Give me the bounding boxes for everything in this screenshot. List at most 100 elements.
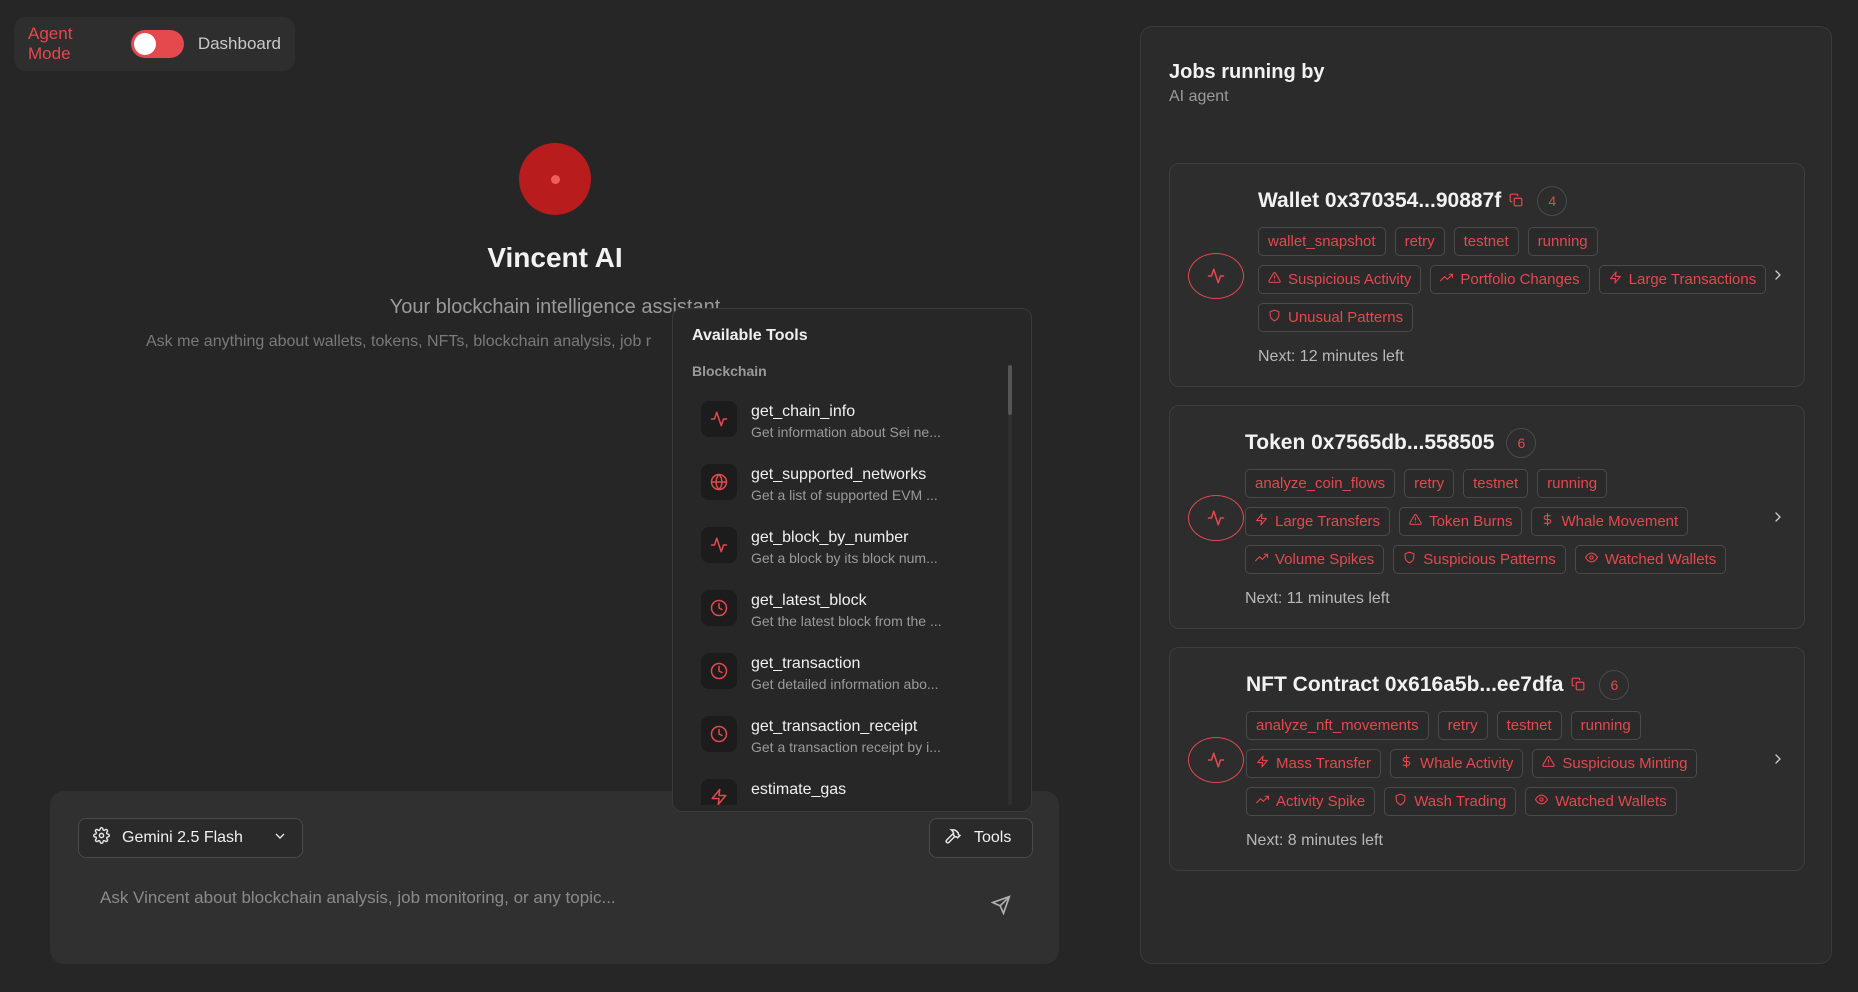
tool-name: get_transaction_receipt	[751, 718, 918, 735]
hammer-icon	[944, 827, 962, 850]
alert-tag-label: Unusual Patterns	[1288, 309, 1404, 326]
alert-triangle-icon	[1409, 513, 1422, 530]
tool-desc: Get a block by its block num...	[751, 550, 938, 566]
tool-name: get_chain_info	[751, 403, 856, 420]
chat-input[interactable]	[100, 883, 970, 913]
tool-item[interactable]: get_transaction_receipt Get a transaction…	[673, 706, 1013, 769]
job-title: Wallet 0x370354...90887f	[1258, 189, 1502, 212]
meta-tag: wallet_snapshot	[1258, 227, 1386, 256]
meta-tag: retry	[1404, 469, 1455, 498]
copy-icon[interactable]	[1571, 677, 1587, 693]
alert-tag: Token Burns	[1399, 507, 1523, 536]
tool-item[interactable]: estimate_gas	[673, 769, 1013, 805]
tool-item[interactable]: get_chain_info Get information about Sei …	[673, 391, 1013, 454]
alert-tag-row: Large Transfers Token Burns Whale Movement	[1245, 507, 1726, 536]
job-title-row: Wallet 0x370354...90887f 4	[1258, 184, 1766, 218]
alert-tag: Volume Spikes	[1245, 545, 1385, 574]
dashboard-label[interactable]: Dashboard	[198, 34, 281, 54]
gear-icon	[93, 827, 110, 849]
alert-tag-row: Volume Spikes Suspicious Patterns Watched …	[1245, 545, 1727, 574]
tool-name: get_latest_block	[751, 592, 867, 609]
chevron-right-icon[interactable]	[1770, 509, 1786, 530]
tools-button[interactable]: Tools	[929, 818, 1033, 858]
send-icon[interactable]	[990, 895, 1013, 917]
vincent-logo	[519, 143, 591, 215]
agent-mode-label[interactable]: Agent Mode	[28, 24, 117, 64]
model-select[interactable]: Gemini 2.5 Flash	[78, 818, 303, 858]
tool-text: get_block_by_number Get a block by its bl…	[751, 527, 938, 566]
tools-scrollbar[interactable]	[1008, 365, 1012, 805]
tool-item[interactable]: get_latest_block Get the latest block fro…	[673, 580, 1013, 643]
jobs-title: Jobs running by	[1169, 61, 1325, 83]
alert-tag-label: Token Burns	[1429, 513, 1513, 530]
dollar-icon	[1541, 513, 1554, 530]
tools-category: Blockchain	[692, 363, 767, 379]
copy-icon[interactable]	[1509, 193, 1525, 209]
tool-item[interactable]: get_transaction Get detailed information …	[673, 643, 1013, 706]
alert-tag: Suspicious Patterns	[1393, 545, 1566, 574]
activity-icon	[1188, 495, 1244, 541]
alert-tag: Large Transactions	[1598, 265, 1767, 294]
alert-tag-row: Activity Spike Wash Trading Watched Wallet…	[1246, 787, 1697, 816]
alert-tag-label: Watched Wallets	[1555, 793, 1667, 810]
mode-toggle[interactable]	[131, 30, 184, 58]
meta-tag: retry	[1394, 227, 1445, 256]
count-badge: 4	[1537, 186, 1568, 216]
job-card[interactable]: NFT Contract 0x616a5b...ee7dfa 6 analyze_n…	[1169, 647, 1805, 871]
alert-tag: Watched Wallets	[1574, 545, 1727, 574]
tool-name: get_transaction	[751, 655, 861, 672]
alert-tag-label: Activity Spike	[1276, 793, 1366, 810]
job-title-row: NFT Contract 0x616a5b...ee7dfa 6	[1246, 668, 1697, 702]
alert-tag-row: Unusual Patterns	[1258, 303, 1766, 332]
count-badge: 6	[1506, 428, 1537, 458]
meta-tag: analyze_nft_movements	[1246, 711, 1429, 740]
meta-tag-row: analyze_coin_flows retry testnet running	[1245, 469, 1726, 498]
alert-tag-label: Suspicious Minting	[1562, 755, 1688, 772]
alert-tag: Suspicious Minting	[1532, 749, 1698, 778]
meta-tag: testnet	[1453, 227, 1519, 256]
count-badge: 6	[1599, 670, 1630, 700]
clock-icon	[701, 590, 737, 626]
meta-tag: running	[1527, 227, 1598, 256]
model-name: Gemini 2.5 Flash	[122, 829, 243, 846]
alert-tag-label: Suspicious Activity	[1288, 271, 1412, 288]
tools-popup: Available Tools Blockchain get_chain_inf…	[672, 308, 1032, 812]
alert-tag-row: Mass Transfer Whale Activity Suspicious Mi…	[1246, 749, 1698, 778]
job-card[interactable]: Token 0x7565db...558505 6 analyze_coin_flo…	[1169, 405, 1805, 629]
chevron-down-icon	[272, 828, 288, 849]
scrollbar-thumb[interactable]	[1008, 365, 1012, 415]
tool-item[interactable]: get_block_by_number Get a block by its bl…	[673, 517, 1013, 580]
zap-icon	[1256, 755, 1269, 772]
meta-tag: analyze_coin_flows	[1245, 469, 1396, 498]
tool-item[interactable]: get_supported_networks Get a list of supp…	[673, 454, 1013, 517]
activity-icon	[701, 527, 737, 563]
job-body: Token 0x7565db...558505 6 analyze_coin_flo…	[1245, 426, 1727, 608]
alert-triangle-icon	[1268, 271, 1281, 288]
chevron-right-icon[interactable]	[1770, 751, 1786, 772]
job-next-run: Next: 11 minutes left	[1245, 590, 1390, 607]
job-card[interactable]: Wallet 0x370354...90887f 4 wallet_snapshot…	[1169, 163, 1805, 387]
meta-tag: running	[1537, 469, 1608, 498]
alert-tag-label: Suspicious Patterns	[1423, 551, 1556, 568]
meta-tag-row: wallet_snapshot retry testnet running	[1258, 227, 1766, 256]
trending-up-icon	[1440, 271, 1454, 288]
alert-tag-label: Whale Movement	[1561, 513, 1679, 530]
alert-tag: Activity Spike	[1246, 787, 1376, 816]
alert-tag: Wash Trading	[1384, 787, 1517, 816]
alert-tag: Portfolio Changes	[1430, 265, 1590, 294]
activity-icon	[1188, 253, 1244, 299]
tools-popup-title: Available Tools	[692, 327, 808, 344]
clock-icon	[701, 653, 737, 689]
jobs-subtitle: AI agent	[1169, 88, 1229, 105]
alert-tag-label: Mass Transfer	[1276, 755, 1372, 772]
tool-text: estimate_gas	[751, 779, 846, 802]
clock-icon	[701, 716, 737, 752]
eye-icon	[1535, 793, 1549, 810]
job-body: Wallet 0x370354...90887f 4 wallet_snapshot…	[1258, 184, 1767, 366]
shield-icon	[1403, 551, 1416, 568]
activity-icon	[1188, 737, 1244, 783]
chevron-right-icon[interactable]	[1770, 267, 1786, 288]
meta-tag: retry	[1437, 711, 1488, 740]
zap-icon	[1255, 513, 1268, 530]
tool-text: get_supported_networks Get a list of supp…	[751, 464, 938, 503]
